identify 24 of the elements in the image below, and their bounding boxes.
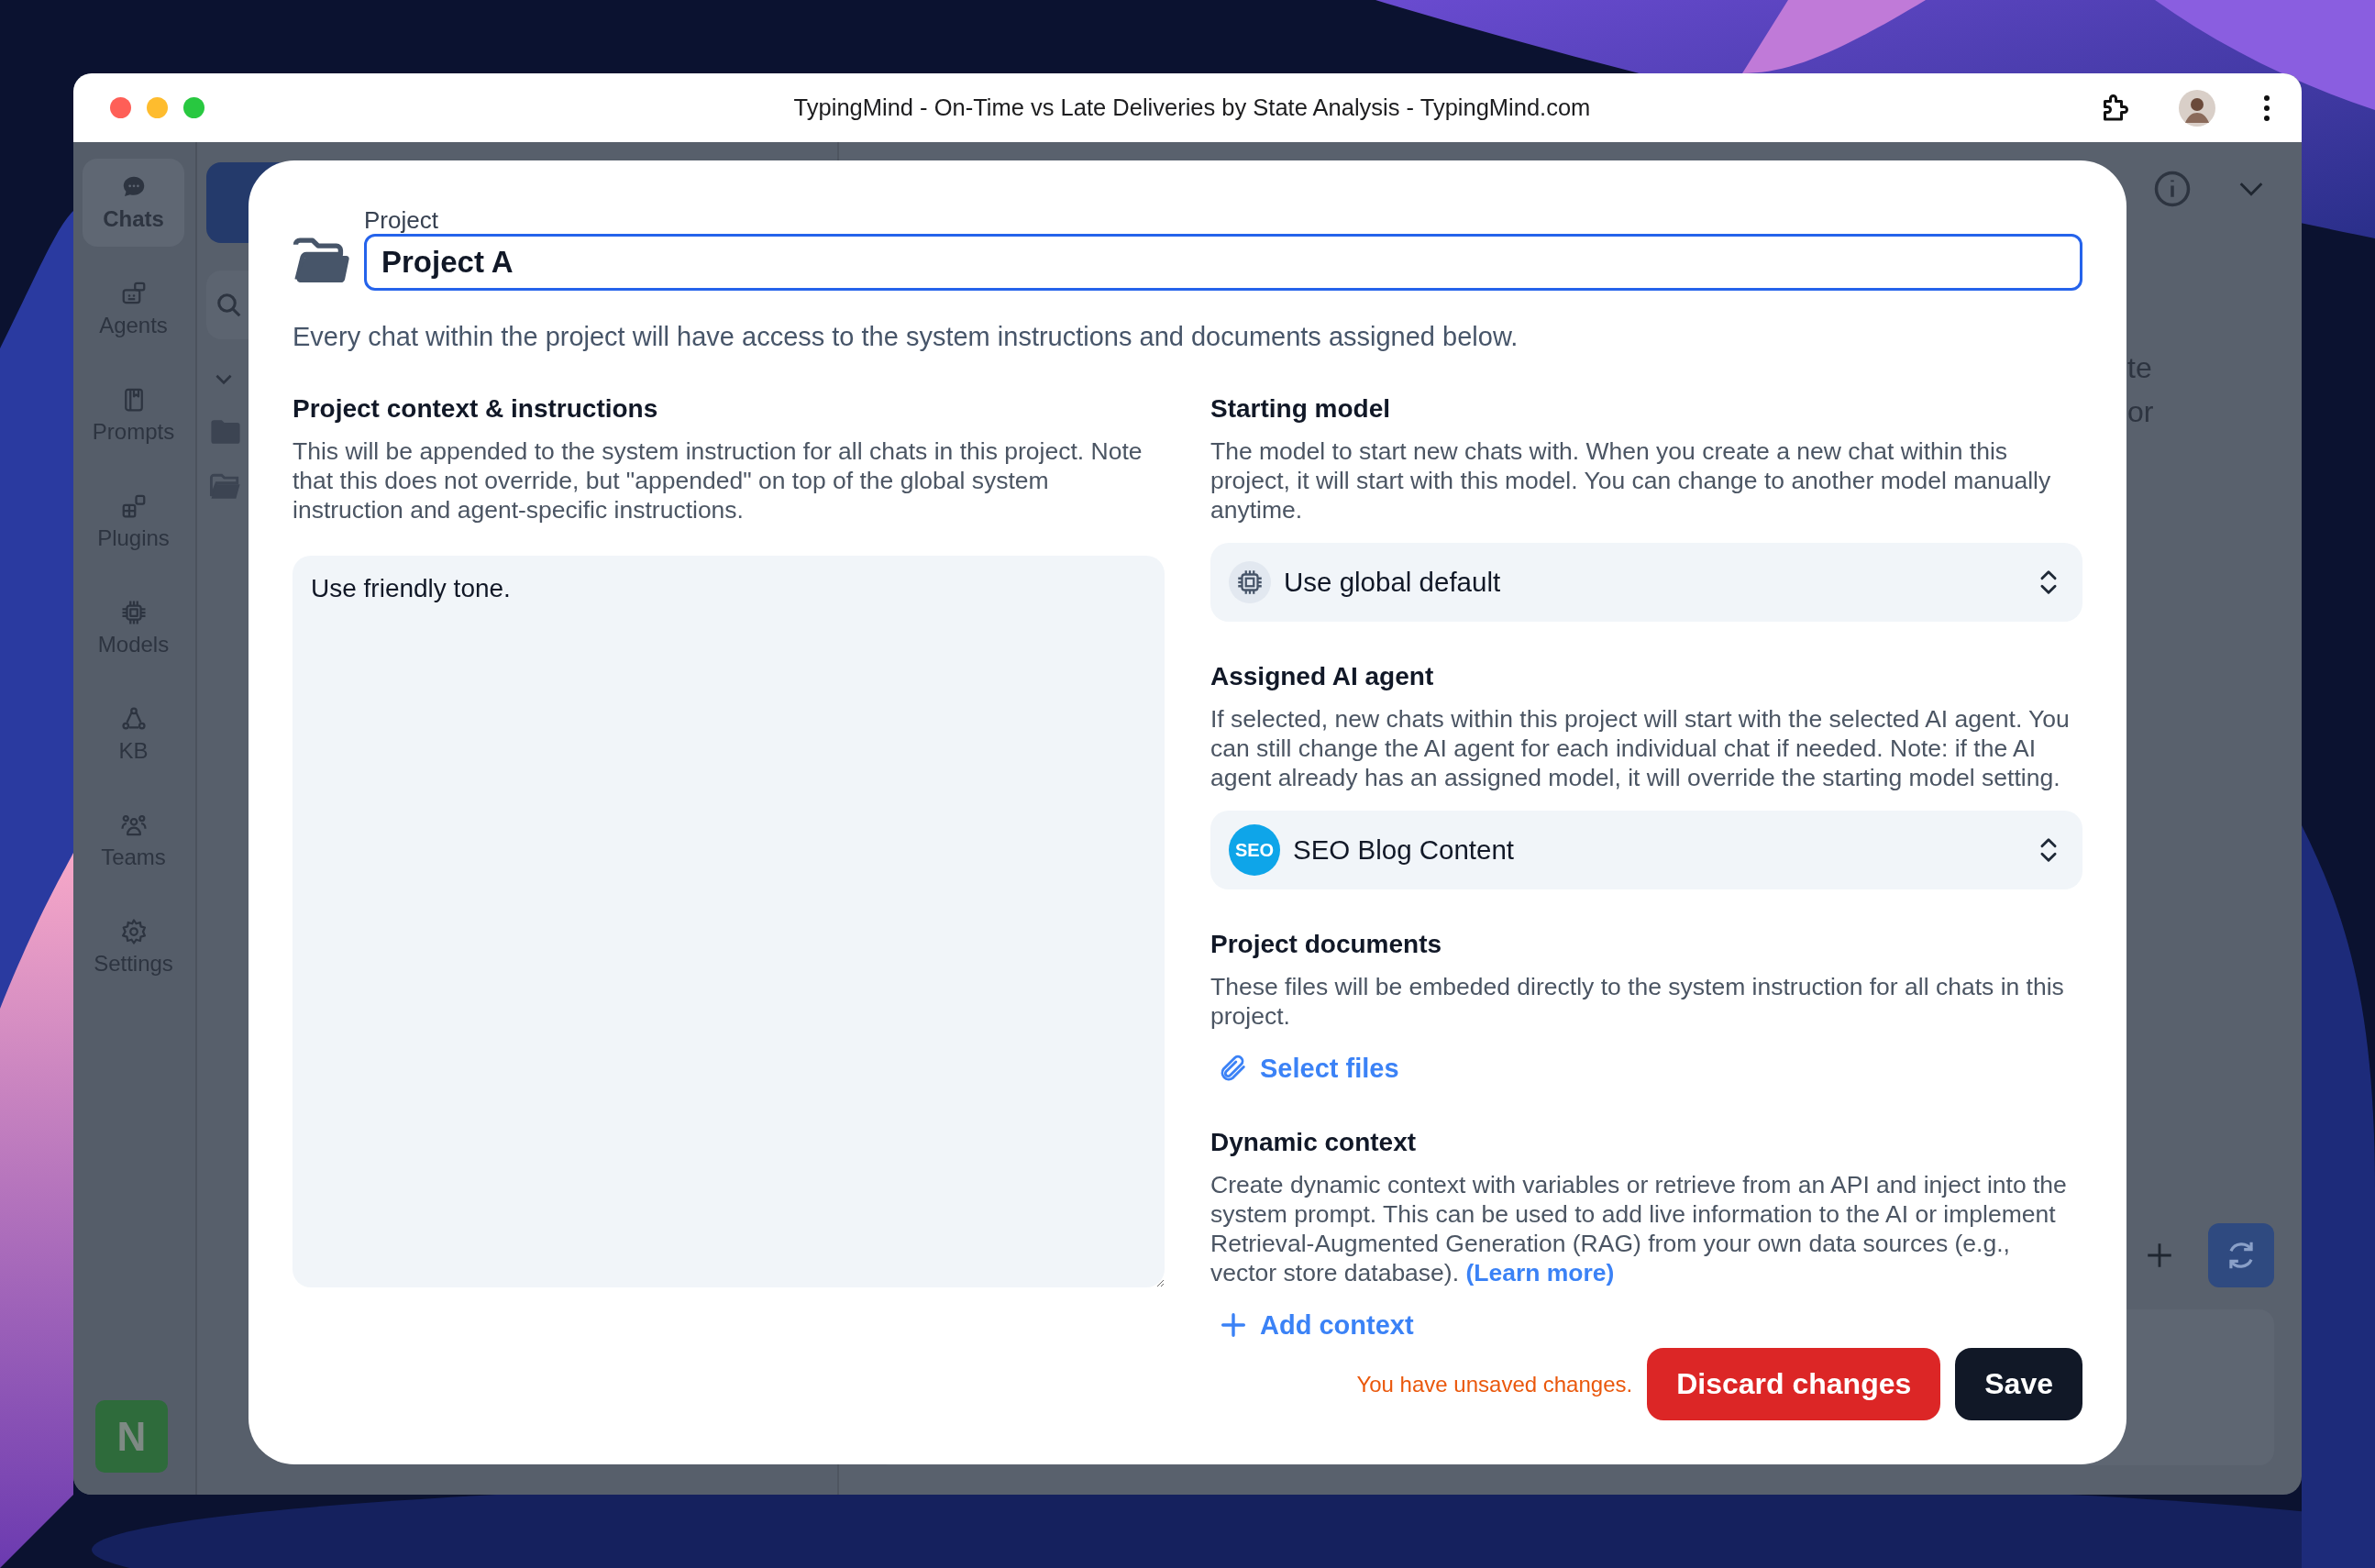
agent-select[interactable]: SEO SEO Blog Content	[1210, 811, 2082, 889]
section-description: This will be appended to the system instruction for all chats in this project. Note that this does not override, but "appended" on top of the global system instruction and agent-specific instructions.	[293, 436, 1143, 525]
field-label: Project	[364, 206, 439, 234]
dialog-description: Every chat within the project will have access to the system instructions and documents assigned below.	[293, 322, 1519, 352]
model-select[interactable]: Use global default	[1210, 543, 2082, 622]
add-context-button[interactable]: Add context	[1210, 1306, 1421, 1344]
save-button[interactable]: Save	[1955, 1348, 2082, 1420]
learn-more-link[interactable]: (Learn more)	[1465, 1259, 1615, 1286]
unsaved-changes-notice: You have unsaved changes.	[1356, 1371, 1633, 1397]
instructions-field[interactable]: Use friendly tone.	[293, 556, 1165, 1287]
section-heading: Dynamic context	[1210, 1127, 1418, 1158]
section-description: The model to start new chats with. When you create a new chat within this project, it will start with this model. You can change to another model manually anytime.	[1210, 436, 2052, 525]
section-description: Create dynamic context with variables or retrieve from an API and inject into the system prompt. This can be used to add live information to the AI or implement Retrieval-Augmented Generation (RAG) from your own data sources (e.g., vector store database). (Learn more)	[1210, 1170, 2068, 1287]
window-title: TypingMind - On-Time vs Late Deliveries by State Analysis - TypingMind.com	[792, 94, 1592, 121]
agent-badge: SEO	[1229, 824, 1280, 876]
section-heading: Project context & instructions	[293, 393, 659, 425]
section-heading: Project documents	[1210, 929, 1443, 960]
discard-button[interactable]: Discard changes	[1647, 1348, 1941, 1420]
section-description: These files will be embeded directly to the system instruction for all chats in this project.	[1210, 972, 2065, 1031]
project-name-field[interactable]: Project A	[364, 234, 2082, 291]
section-heading: Starting model	[1210, 393, 1391, 425]
section-heading: Assigned AI agent	[1210, 661, 1435, 692]
select-files-button[interactable]: Select files	[1210, 1049, 1407, 1088]
section-description: If selected, new chats within this project will start with the selected AI agent. You can still change the AI agent for each individual chat if needed. Note: if the AI agent already has an assigned model, it will override the starting model setting.	[1210, 704, 2071, 792]
